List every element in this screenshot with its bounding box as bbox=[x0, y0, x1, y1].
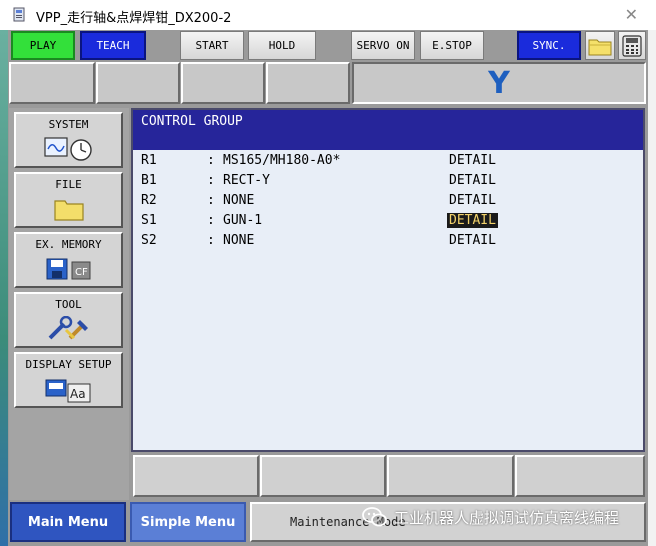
panel-header: CONTROL GROUP bbox=[133, 110, 643, 150]
pendant-icon bbox=[622, 34, 642, 57]
title-bar: VPP_走行轴&点焊焊钳_DX200-2 ✕ bbox=[0, 0, 656, 30]
row-detail-button[interactable]: DETAIL bbox=[447, 193, 498, 208]
row-axis: B1 bbox=[141, 173, 157, 188]
menu-system[interactable]: SYSTEM bbox=[14, 112, 123, 168]
row-axis: S2 bbox=[141, 233, 157, 248]
soft-key-1[interactable] bbox=[9, 62, 95, 104]
app-icon bbox=[13, 7, 25, 22]
hold-button[interactable]: HOLD bbox=[248, 31, 316, 60]
function-key-3[interactable] bbox=[387, 455, 514, 497]
window-title: VPP_走行轴&点焊焊钳_DX200-2 bbox=[36, 11, 232, 26]
function-key-1[interactable] bbox=[133, 455, 259, 497]
menu-display-setup-label: DISPLAY SETUP bbox=[25, 358, 112, 371]
system-icon bbox=[43, 137, 92, 161]
row-detail-button-selected[interactable]: DETAIL bbox=[447, 213, 498, 228]
row-axis: R2 bbox=[141, 193, 157, 208]
soft-key-3[interactable] bbox=[181, 62, 265, 104]
tool-icon bbox=[48, 316, 88, 340]
estop-button[interactable]: E.STOP bbox=[420, 31, 484, 60]
row-axis: R1 bbox=[141, 153, 157, 168]
background-strip-right bbox=[648, 30, 656, 546]
main-menu-tab[interactable]: Main Menu bbox=[10, 502, 126, 542]
menu-tool[interactable]: TOOL bbox=[14, 292, 123, 348]
row-value[interactable]: RECT-Y bbox=[223, 173, 270, 188]
row-value[interactable]: MS165/MH180-A0* bbox=[223, 153, 340, 168]
background-strip-left bbox=[0, 30, 8, 546]
row-value[interactable]: NONE bbox=[223, 193, 254, 208]
folder-icon bbox=[53, 200, 84, 221]
function-key-2[interactable] bbox=[260, 455, 386, 497]
close-icon[interactable]: ✕ bbox=[625, 5, 638, 24]
wechat-icon bbox=[362, 507, 387, 527]
menu-file[interactable]: FILE bbox=[14, 172, 123, 228]
watermark: 工业机器人虚拟调试仿真离线编程 bbox=[362, 506, 619, 528]
simple-menu-tab[interactable]: Simple Menu bbox=[130, 502, 246, 542]
servo-on-button[interactable]: SERVO ON bbox=[351, 31, 415, 60]
control-group-panel: CONTROL GROUP R1 : MS165/MH180-A0* DETAI… bbox=[131, 108, 645, 452]
svg-text:Aa: Aa bbox=[70, 387, 86, 401]
play-button[interactable]: PLAY bbox=[11, 31, 75, 60]
row-detail-button[interactable]: DETAIL bbox=[447, 153, 498, 168]
soft-key-4[interactable] bbox=[266, 62, 350, 104]
folder-button[interactable] bbox=[585, 31, 615, 60]
row-axis: S1 bbox=[141, 213, 157, 228]
row-colon: : bbox=[207, 213, 215, 228]
row-detail-button[interactable]: DETAIL bbox=[447, 173, 498, 188]
sync-button[interactable]: SYNC. bbox=[517, 31, 581, 60]
teach-button[interactable]: TEACH bbox=[80, 31, 146, 60]
soft-key-2[interactable] bbox=[96, 62, 180, 104]
function-key-4[interactable] bbox=[515, 455, 645, 497]
pendant-button[interactable] bbox=[618, 31, 646, 60]
menu-ex-memory[interactable]: EX. MEMORY CF bbox=[14, 232, 123, 288]
menu-file-label: FILE bbox=[55, 178, 82, 191]
row-colon: : bbox=[207, 153, 215, 168]
memory-icon: CF bbox=[46, 258, 90, 280]
panel-title: CONTROL GROUP bbox=[141, 114, 243, 129]
menu-system-label: SYSTEM bbox=[48, 118, 89, 131]
axis-letter: Y bbox=[488, 65, 510, 101]
row-value[interactable]: NONE bbox=[223, 233, 254, 248]
menu-tool-label: TOOL bbox=[55, 298, 82, 311]
watermark-text: 工业机器人虚拟调试仿真离线编程 bbox=[394, 508, 620, 527]
row-detail-button[interactable]: DETAIL bbox=[447, 233, 498, 248]
display-setup-icon: Aa bbox=[45, 379, 90, 403]
menu-display-setup[interactable]: DISPLAY SETUP Aa bbox=[14, 352, 123, 408]
folder-icon bbox=[588, 39, 612, 55]
row-colon: : bbox=[207, 173, 215, 188]
row-colon: : bbox=[207, 193, 215, 208]
axis-indicator: Y bbox=[352, 62, 646, 104]
row-value[interactable]: GUN-1 bbox=[223, 213, 262, 228]
start-button[interactable]: START bbox=[180, 31, 244, 60]
menu-ex-memory-label: EX. MEMORY bbox=[35, 238, 102, 251]
row-colon: : bbox=[207, 233, 215, 248]
svg-text:CF: CF bbox=[75, 267, 88, 278]
